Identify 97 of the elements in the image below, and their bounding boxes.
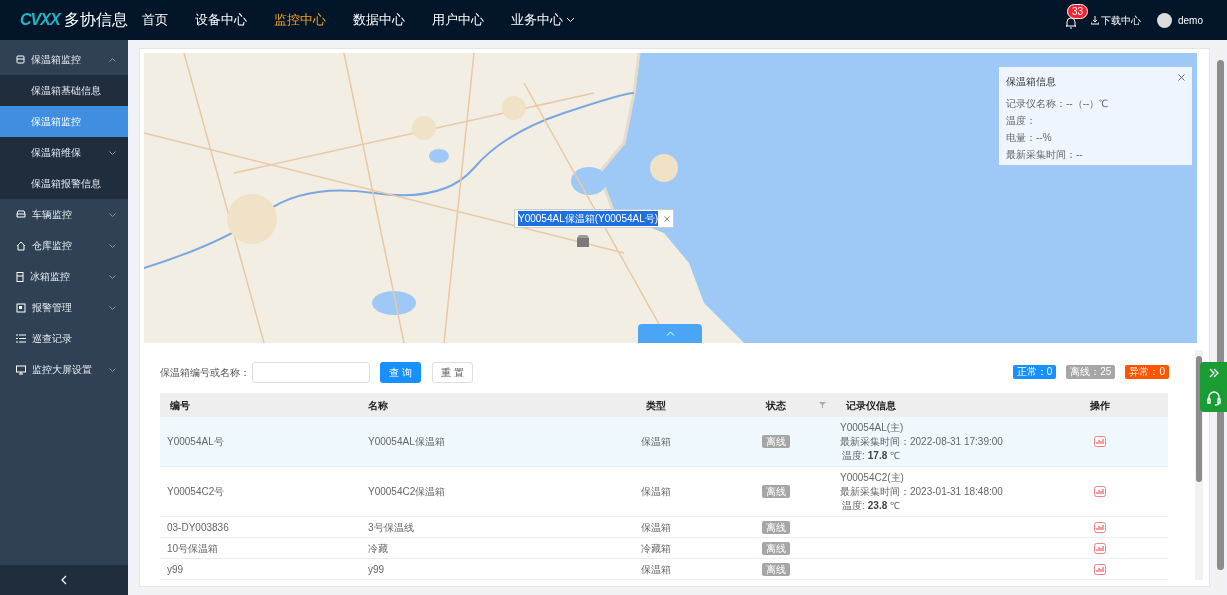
user-name[interactable]: demo xyxy=(1178,12,1203,28)
collect-time: 最新采集时间：2023-01-31 18:48:00 xyxy=(840,484,1004,499)
notification-count: 33 xyxy=(1067,3,1089,19)
table-cell-text: Y00054C2保温箱 xyxy=(367,485,447,499)
chevron-up-icon xyxy=(665,331,675,336)
marker-label: Y00054AL保温箱(Y00054AL号) xyxy=(518,211,659,226)
filter-icon[interactable] xyxy=(819,402,826,408)
sidebar-group[interactable]: 车辆监控 xyxy=(0,199,128,230)
sidebar-item[interactable]: 保温箱基础信息 xyxy=(0,75,128,106)
status-count-badge: 异常：0 xyxy=(1125,365,1169,379)
sidebar-group[interactable]: 仓库监控 xyxy=(0,230,128,261)
car-icon xyxy=(16,210,26,219)
status-badge: 离线 xyxy=(762,541,790,555)
table-cell-text: y99 xyxy=(166,562,185,577)
status-badge: 离线 xyxy=(762,520,790,534)
chart-icon[interactable] xyxy=(1094,521,1106,533)
sidebar-group[interactable]: 保温箱监控 xyxy=(0,44,128,75)
sidebar-item[interactable]: 保温箱维保 xyxy=(0,137,128,168)
column-header: 记录仪信息 xyxy=(846,398,896,413)
info-line: 最新采集时间：-- xyxy=(1006,148,1084,162)
sidebar-group[interactable]: 冰箱监控 xyxy=(0,261,128,292)
box-marker-icon xyxy=(576,234,590,248)
map-toggle-button[interactable] xyxy=(638,324,702,343)
table-cell-text: 保温箱 xyxy=(640,435,672,449)
nav-tab[interactable]: 首页 xyxy=(142,10,168,30)
sidebar-group[interactable]: 巡查记录 xyxy=(0,323,128,354)
status-badge: 离线 xyxy=(762,435,790,448)
chevron-left-icon xyxy=(60,575,68,585)
nav-tab[interactable]: 业务中心 xyxy=(511,10,575,30)
column-header: 编号 xyxy=(170,398,190,413)
table-cell-text: 冷藏 xyxy=(367,541,389,556)
nav-tab[interactable]: 用户中心 xyxy=(432,10,484,30)
table-cell-text: Y00054AL号 xyxy=(166,435,225,449)
column-header: 操作 xyxy=(1090,398,1110,413)
table-row[interactable]: Y00054AL号 Y00054AL保温箱 保温箱 离线 Y00054AL(主) 最新采集时间：2022-08-31 17:39:00 温度: 17.8 ℃ xyxy=(160,417,1168,467)
table-cell-text: 10号保温箱 xyxy=(166,541,220,556)
avatar[interactable] xyxy=(1157,12,1172,28)
info-line: 温度： xyxy=(1006,114,1037,128)
table-cell-text: Y00054AL保温箱 xyxy=(367,435,446,449)
sidebar-item[interactable]: 保温箱报警信息 xyxy=(0,168,128,199)
status-badge: 离线 xyxy=(762,485,790,498)
service-widget[interactable] xyxy=(1200,362,1227,412)
table-cell-text: 冷藏箱 xyxy=(640,541,672,556)
temperature-value: 17.8 xyxy=(867,448,888,463)
chart-icon[interactable] xyxy=(1094,436,1106,447)
scrollbar[interactable] xyxy=(1215,48,1225,593)
chart-icon[interactable] xyxy=(1094,542,1106,554)
box-icon xyxy=(16,55,25,64)
recorder-name: Y00054AL(主) xyxy=(840,420,905,435)
status-badge: 离线 xyxy=(762,562,790,576)
temperature-unit: ℃ xyxy=(890,448,901,463)
table-cell-text: 3号保温线 xyxy=(367,520,415,535)
close-icon[interactable] xyxy=(1178,74,1185,81)
status-count-badge: 正常：0 xyxy=(1012,365,1057,379)
info-line: 电量：--% xyxy=(1006,131,1053,145)
temperature-unit: ℃ xyxy=(890,498,901,513)
info-line: 记录仪名称：--（--）℃ xyxy=(1006,97,1110,111)
fridge-icon xyxy=(16,271,24,282)
temperature-value: 23.8 xyxy=(867,498,888,513)
sidebar-group[interactable]: 报警管理 xyxy=(0,292,128,323)
monitor-icon xyxy=(16,364,26,375)
temperature-label: 温度: xyxy=(842,498,865,513)
column-header: 状态 xyxy=(766,398,786,413)
list-icon xyxy=(16,334,26,343)
table-scrollbar[interactable] xyxy=(1195,350,1203,580)
collect-time: 最新采集时间：2022-08-31 17:39:00 xyxy=(840,434,1004,449)
sidebar-group[interactable]: 监控大屏设置 xyxy=(0,354,128,385)
download-icon xyxy=(1091,15,1099,25)
table-cell-text: 保温箱 xyxy=(640,562,672,577)
table-cell-text: 保温箱 xyxy=(640,520,672,535)
close-icon[interactable] xyxy=(664,215,671,222)
nav-tab[interactable]: 设备中心 xyxy=(195,10,247,30)
home-icon xyxy=(16,240,26,251)
reset-button[interactable]: 重 置 xyxy=(432,361,473,383)
nav-tab[interactable]: 数据中心 xyxy=(353,10,405,30)
table-cell-text: Y00054C2号 xyxy=(166,485,226,499)
download-link[interactable]: 下载中心 xyxy=(1101,12,1141,28)
logo-text: 多协信息 xyxy=(63,10,128,30)
column-header: 名称 xyxy=(368,398,388,413)
table-cell-text: 03-DY003836 xyxy=(166,520,230,535)
chart-icon[interactable] xyxy=(1094,486,1106,497)
recorder-name: Y00054C2(主) xyxy=(840,470,905,485)
search-label: 保温箱编号或名称： xyxy=(160,365,250,380)
headset-icon xyxy=(1205,390,1222,406)
bell-icon[interactable] xyxy=(1065,15,1077,29)
nav-tab[interactable]: 监控中心 xyxy=(274,10,326,30)
table-cell-text: y99 xyxy=(367,562,386,577)
column-header: 类型 xyxy=(646,398,666,413)
table-cell-text: 保温箱 xyxy=(640,485,672,499)
info-panel-title: 保温箱信息 xyxy=(1006,75,1056,89)
status-count-badge: 离线：25 xyxy=(1066,365,1116,379)
chart-icon[interactable] xyxy=(1094,563,1106,575)
double-chevron-right-icon xyxy=(1207,368,1220,378)
logo-mark: CVXX xyxy=(20,10,60,30)
search-field[interactable] xyxy=(252,361,370,383)
alarm-panel-icon xyxy=(16,302,26,313)
temperature-label: 温度: xyxy=(842,448,865,463)
